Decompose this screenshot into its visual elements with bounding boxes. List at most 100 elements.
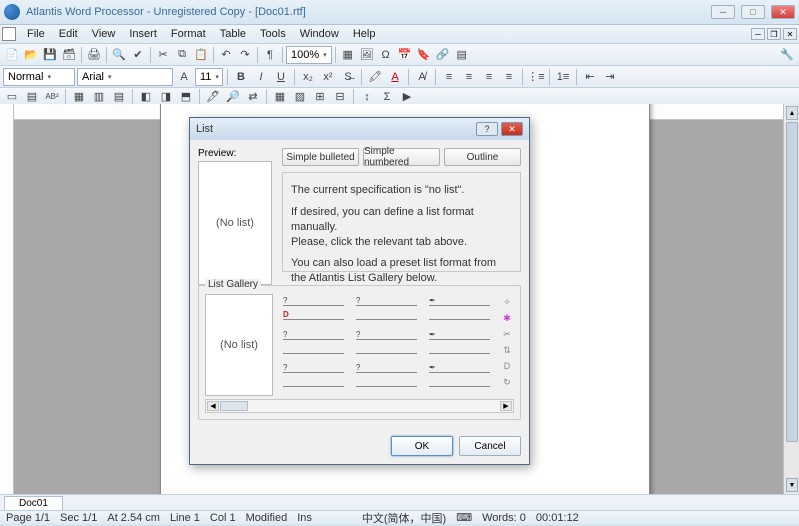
gallery-item[interactable] — [354, 296, 419, 326]
scroll-up-icon[interactable]: ▲ — [786, 106, 798, 120]
gallery-up-icon[interactable]: ✂ — [501, 328, 513, 340]
gallery-scroll-right[interactable]: ▶ — [500, 401, 512, 411]
mdi-restore[interactable]: ❐ — [767, 28, 781, 40]
print-icon[interactable]: 🖨 — [85, 46, 103, 64]
pilcrow-icon[interactable]: ¶ — [261, 46, 279, 64]
new-icon[interactable]: 📄 — [3, 46, 21, 64]
align-center-icon[interactable]: ≡ — [460, 68, 478, 86]
merge-icon[interactable]: ⊞ — [311, 88, 329, 106]
font-dropdown[interactable]: Arial — [77, 68, 173, 86]
scroll-down-icon[interactable]: ▼ — [786, 478, 798, 492]
scroll-thumb[interactable] — [786, 122, 798, 442]
view-normal-icon[interactable]: ▭ — [3, 88, 21, 106]
highlight-icon[interactable]: 🖍 — [366, 68, 384, 86]
underline-icon[interactable]: U — [272, 68, 290, 86]
subscript-icon[interactable]: x₂ — [299, 68, 317, 86]
macro-icon[interactable]: ▶ — [398, 88, 416, 106]
menu-help[interactable]: Help — [346, 27, 383, 41]
sum-icon[interactable]: Σ — [378, 88, 396, 106]
gallery-scroll-thumb[interactable] — [220, 401, 248, 411]
menu-tools[interactable]: Tools — [253, 27, 293, 41]
save-all-icon[interactable]: 🗃 — [60, 46, 78, 64]
status-ins[interactable]: Ins — [297, 512, 312, 524]
status-at[interactable]: At 2.54 cm — [107, 512, 160, 524]
close-button[interactable]: ✕ — [771, 5, 795, 19]
indent-dec-icon[interactable]: ⇤ — [581, 68, 599, 86]
mdi-close[interactable]: ✕ — [783, 28, 797, 40]
status-page[interactable]: Page 1/1 — [6, 512, 50, 524]
spell-icon[interactable]: ✔ — [129, 46, 147, 64]
help-tool-icon[interactable]: 🔧 — [778, 46, 796, 64]
status-line[interactable]: Line 1 — [170, 512, 200, 524]
date-icon[interactable]: 📅 — [396, 46, 414, 64]
cancel-button[interactable]: Cancel — [459, 436, 521, 456]
marker1-icon[interactable]: ◧ — [137, 88, 155, 106]
gallery-item[interactable] — [354, 363, 419, 393]
gallery-icon[interactable]: ▤ — [453, 46, 471, 64]
table-icon[interactable]: ▦ — [339, 46, 357, 64]
minimize-button[interactable]: ─ — [711, 5, 735, 19]
outline-icon[interactable]: ▤ — [110, 88, 128, 106]
tab-simple-numbered[interactable]: Simple numbered — [363, 148, 440, 166]
abc-icon[interactable]: AB² — [43, 88, 61, 106]
save-icon[interactable]: 💾 — [41, 46, 59, 64]
ruler-vertical[interactable] — [0, 104, 14, 494]
font-grow-icon[interactable]: A — [175, 68, 193, 86]
dialog-help-button[interactable]: ? — [476, 122, 498, 136]
border-icon[interactable]: ▦ — [271, 88, 289, 106]
status-time[interactable]: 00:01:12 — [536, 512, 579, 524]
bullets-icon[interactable]: ⋮≡ — [527, 68, 545, 86]
numbering-icon[interactable]: 1≡ — [554, 68, 572, 86]
menu-view[interactable]: View — [85, 27, 123, 41]
maximize-button[interactable]: □ — [741, 5, 765, 19]
bold-icon[interactable]: B — [232, 68, 250, 86]
indent-inc-icon[interactable]: ⇥ — [601, 68, 619, 86]
paste-icon[interactable]: 📋 — [192, 46, 210, 64]
shading-icon[interactable]: ▨ — [291, 88, 309, 106]
tab-outline[interactable]: Outline — [444, 148, 521, 166]
print-preview-icon[interactable]: 🔍 — [110, 46, 128, 64]
scrollbar-vertical[interactable]: ▲ ▼ — [783, 104, 799, 494]
gallery-item[interactable] — [281, 296, 346, 326]
bookmark-icon[interactable]: 🔖 — [415, 46, 433, 64]
clear-fmt-icon[interactable]: A̸ — [413, 68, 431, 86]
gallery-item[interactable] — [427, 296, 492, 326]
dialog-close-button[interactable]: ✕ — [501, 122, 523, 136]
tab-simple-bulleted[interactable]: Simple bulleted — [282, 148, 359, 166]
gallery-scrollbar[interactable]: ◀ ▶ — [205, 399, 514, 413]
open-icon[interactable]: 📂 — [22, 46, 40, 64]
picture-icon[interactable]: 🖼 — [358, 46, 376, 64]
highlight2-icon[interactable]: 🖊 — [204, 88, 222, 106]
gallery-item[interactable] — [281, 330, 346, 360]
replace-icon[interactable]: ⇄ — [244, 88, 262, 106]
menu-table[interactable]: Table — [213, 27, 253, 41]
marker3-icon[interactable]: ⬒ — [177, 88, 195, 106]
undo-icon[interactable]: ↶ — [217, 46, 235, 64]
align-right-icon[interactable]: ≡ — [480, 68, 498, 86]
menu-edit[interactable]: Edit — [52, 27, 85, 41]
size-dropdown[interactable]: 11 — [195, 68, 223, 86]
align-left-icon[interactable]: ≡ — [440, 68, 458, 86]
gallery-refresh-icon[interactable]: ↻ — [501, 376, 513, 388]
italic-icon[interactable]: I — [252, 68, 270, 86]
split-icon[interactable]: ⊟ — [331, 88, 349, 106]
sort-icon[interactable]: ↕ — [358, 88, 376, 106]
menu-window[interactable]: Window — [293, 27, 346, 41]
cut-icon[interactable]: ✂ — [154, 46, 172, 64]
gallery-item[interactable] — [354, 330, 419, 360]
ok-button[interactable]: OK — [391, 436, 453, 456]
status-col[interactable]: Col 1 — [210, 512, 236, 524]
gallery-item[interactable] — [427, 363, 492, 393]
view-print-icon[interactable]: ▤ — [23, 88, 41, 106]
gallery-item[interactable] — [427, 330, 492, 360]
mdi-minimize[interactable]: ─ — [751, 28, 765, 40]
toc-icon[interactable]: ▦ — [70, 88, 88, 106]
dialog-titlebar[interactable]: List ? ✕ — [190, 118, 529, 140]
gallery-down-icon[interactable]: ⇅ — [501, 344, 513, 356]
menu-file[interactable]: File — [20, 27, 52, 41]
gallery-add-icon[interactable]: ✧ — [501, 296, 513, 308]
gallery-star-icon[interactable]: ✱ — [501, 312, 513, 324]
symbol-icon[interactable]: Ω — [377, 46, 395, 64]
zoom-dropdown[interactable]: 100% — [286, 46, 332, 64]
gallery-item[interactable] — [281, 363, 346, 393]
